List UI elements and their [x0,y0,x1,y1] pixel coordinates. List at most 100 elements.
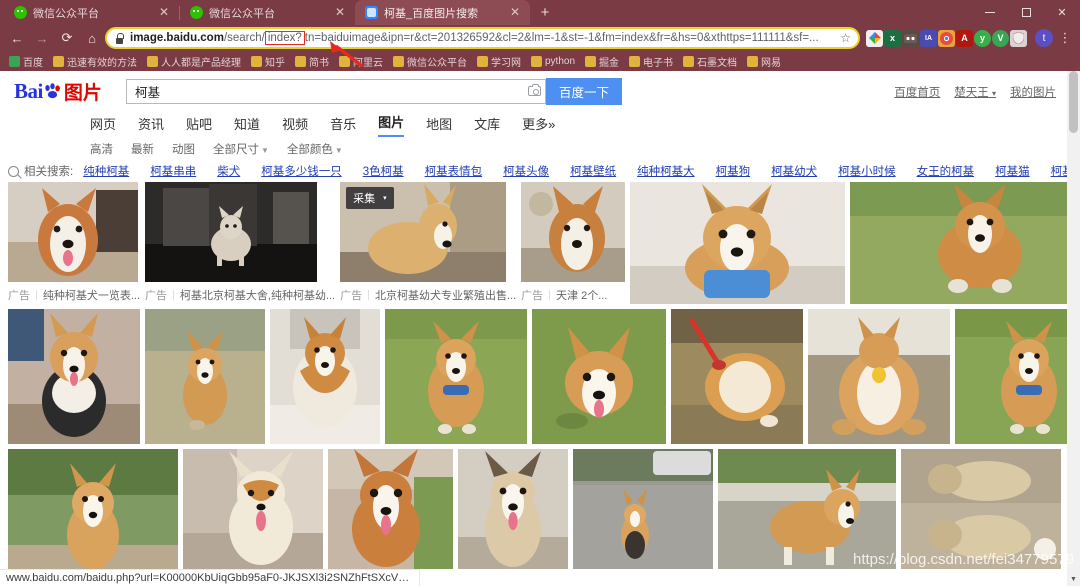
close-icon[interactable]: ✕ [333,5,347,20]
chrome-extension-icon[interactable] [938,29,955,47]
bookmark-item[interactable]: 石墨文档 [679,53,741,70]
close-window-button[interactable]: ✕ [1044,0,1080,25]
link-user-account[interactable]: 楚天王 ▾ [954,84,996,100]
filter-latest[interactable]: 最新 [131,141,154,157]
image-result[interactable] [8,309,140,444]
bookmark-star-icon[interactable]: ☆ [840,31,851,45]
excel-extension-icon[interactable]: x [884,29,901,47]
forward-icon[interactable]: → [31,27,53,49]
tab-news[interactable]: 资讯 [138,114,164,137]
bookmark-item[interactable]: 百度 [5,53,47,70]
related-link[interactable]: 柯基头像 [503,163,549,179]
maximize-button[interactable] [1008,0,1044,25]
image-result[interactable] [183,449,323,569]
browser-tab-1[interactable]: 微信公众平台 ✕ [4,0,179,25]
tab-webpage[interactable]: 网页 [90,114,116,137]
image-result[interactable] [671,309,803,444]
tab-map[interactable]: 地图 [426,114,452,137]
bookmark-item[interactable]: python [527,53,579,70]
tab-video[interactable]: 视频 [282,114,308,137]
image-result[interactable] [808,309,950,444]
bookmark-item[interactable]: 电子书 [625,53,677,70]
related-link[interactable]: 柯基串串 [150,163,196,179]
ad-result-3[interactable]: 采集 ▾ 广告 | 北京柯基幼犬专业繁殖出售... [340,182,516,304]
search-input[interactable] [127,79,523,103]
ad-result-4[interactable]: 广告 | 天津 2个... [521,182,626,304]
related-link[interactable]: 柴犬 [217,163,240,179]
search-button[interactable]: 百度一下 [546,77,622,105]
close-icon[interactable]: ✕ [157,5,171,20]
baidu-logo[interactable]: Bai 图片 [14,78,118,105]
bookmark-item[interactable]: 迅速有效的方法 [49,53,141,70]
filter-color[interactable]: 全部颜色 ▼ [287,141,343,157]
address-bar[interactable]: image.baidu.com/search/index? tn=baiduima… [105,27,860,49]
image-result[interactable] [573,449,713,569]
bookmark-item[interactable]: 掘金 [581,53,623,70]
bookmark-item[interactable]: 简书 [291,53,333,70]
adobe-acrobat-extension-icon[interactable]: A [956,29,973,47]
related-link[interactable]: 纯种柯基 [83,163,129,179]
reload-icon[interactable]: ⟳ [56,27,78,49]
profile-avatar[interactable]: t [1035,29,1053,47]
tab-wenku[interactable]: 文库 [474,114,500,137]
scrollbar-thumb[interactable] [1069,71,1078,133]
bookmark-item[interactable]: 网易 [743,53,785,70]
related-link[interactable]: 柯基狗 [716,163,751,179]
bookmark-item[interactable]: 人人都是产品经理 [143,53,245,70]
related-link[interactable]: 柯基多少钱一只 [261,163,342,179]
minimize-button[interactable] [972,0,1008,25]
image-result[interactable] [145,309,265,444]
camera-icon[interactable] [523,80,545,103]
related-link[interactable]: 柯基猫 [995,163,1030,179]
ad-result-1[interactable]: 广告 | 纯种柯基犬一览表... [8,182,140,304]
browser-tab-2[interactable]: 微信公众平台 ✕ [180,0,355,25]
bookmark-item[interactable]: 阿里云 [335,53,387,70]
filter-size[interactable]: 全部尺寸 ▼ [213,141,269,157]
image-result[interactable] [955,309,1080,444]
image-result[interactable] [385,309,527,444]
link-my-images[interactable]: 我的图片 [1010,84,1056,100]
related-link[interactable]: 柯基小时候 [838,163,896,179]
related-link[interactable]: 柯基壁纸 [570,163,616,179]
youdao-extension-icon[interactable]: y [974,29,991,47]
related-link[interactable]: 柯基表情包 [425,163,483,179]
tab-music[interactable]: 音乐 [330,114,356,137]
close-icon[interactable]: ✕ [508,5,522,20]
link-baidu-home[interactable]: 百度首页 [894,84,940,100]
image-result[interactable] [8,449,178,569]
image-result[interactable] [458,449,568,569]
bookmark-item[interactable]: 微信公众平台 [389,53,471,70]
tab-more[interactable]: 更多» [522,114,555,137]
image-result[interactable] [328,449,453,569]
filter-hd[interactable]: 高清 [90,141,113,157]
image-result-6[interactable] [850,182,1080,304]
scroll-down-arrow[interactable]: ▼ [1067,573,1080,586]
dark-reader-extension-icon[interactable] [902,29,919,47]
related-link[interactable]: 纯种柯基大 [637,163,695,179]
internet-archive-extension-icon[interactable]: IA [920,29,937,47]
browser-menu-icon[interactable]: ⋮ [1056,30,1074,46]
image-result[interactable] [532,309,666,444]
tab-tieba[interactable]: 贴吧 [186,114,212,137]
image-result[interactable] [270,309,380,444]
tab-images[interactable]: 图片 [378,112,405,137]
related-link[interactable]: 3色柯基 [363,163,404,179]
back-icon[interactable]: ← [6,27,28,49]
related-link[interactable]: 柯基幼犬 [771,163,817,179]
image-result-5[interactable] [630,182,846,304]
collect-button[interactable]: 采集 ▾ [346,187,394,209]
ad-result-2[interactable]: 广告 | 柯基北京柯基大舍,纯种柯基幼... [145,182,335,304]
bookmark-item[interactable]: 学习网 [473,53,525,70]
home-icon[interactable]: ⌂ [81,27,103,49]
search-bar[interactable] [126,78,546,104]
tab-zhidao[interactable]: 知道 [234,114,260,137]
page-scrollbar[interactable]: ▲ ▼ [1067,71,1080,586]
shield-extension-icon[interactable] [1010,29,1027,47]
vimium-extension-icon[interactable]: V [992,29,1009,47]
new-tab-button[interactable]: + [534,2,556,24]
browser-tab-3-active[interactable]: 柯基_百度图片搜索 ✕ [355,0,530,25]
bookmark-item[interactable]: 知乎 [247,53,289,70]
related-link[interactable]: 女王的柯基 [917,163,975,179]
google-photos-extension-icon[interactable] [866,29,883,47]
filter-animated[interactable]: 动图 [172,141,195,157]
